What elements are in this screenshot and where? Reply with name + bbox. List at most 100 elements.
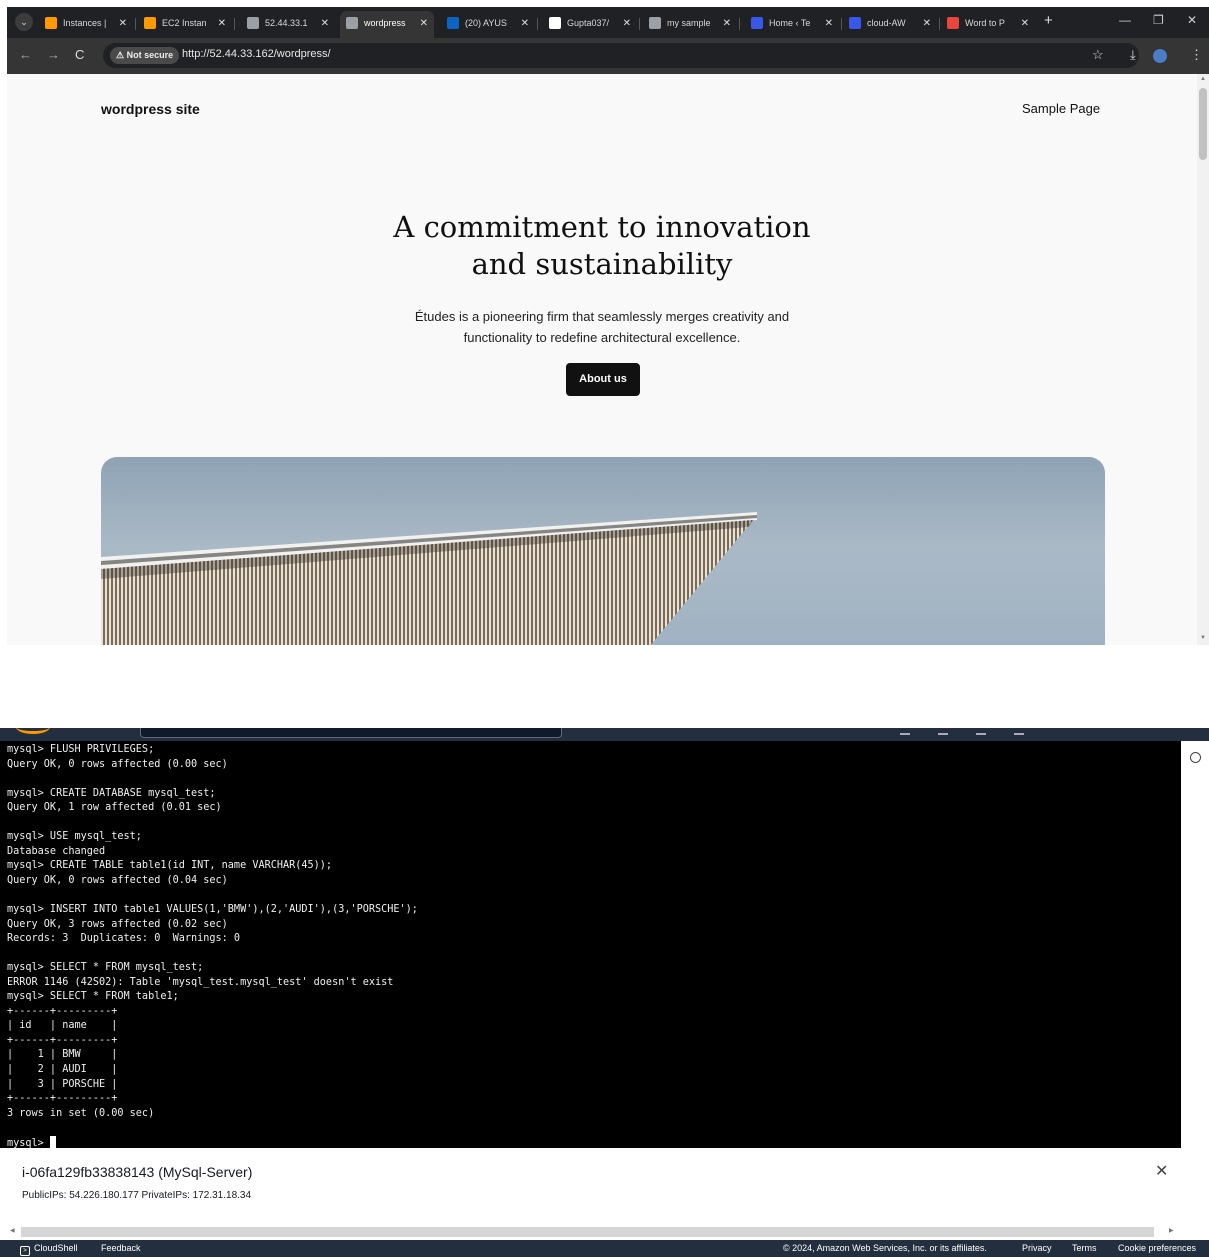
terminal-line: +------+---------+ bbox=[7, 1005, 118, 1017]
tab-strip: ⌄ Instances | ✕ EC2 Instan ✕ 52.44.33.1 ✕ word… bbox=[7, 7, 1209, 38]
terminal-line: mysql> SELECT * FROM mysql_test; bbox=[7, 962, 204, 974]
page-scrollbar[interactable]: ▲ ▼ bbox=[1197, 74, 1209, 645]
tab-favicon-icon bbox=[549, 17, 561, 29]
browser-tab[interactable]: Gupta037/ ✕ bbox=[543, 11, 637, 38]
instance-ips: PublicIPs: 54.226.180.177 PrivateIPs: 17… bbox=[22, 1190, 252, 1201]
privacy-link[interactable]: Privacy bbox=[1022, 1240, 1052, 1257]
tab-favicon-icon bbox=[849, 17, 861, 29]
tab-favicon-icon bbox=[45, 17, 57, 29]
terms-link[interactable]: Terms bbox=[1072, 1240, 1097, 1257]
horizontal-scrollbar[interactable]: ◀ ▶ bbox=[0, 1227, 1209, 1240]
browser-tab[interactable]: EC2 Instan ✕ bbox=[138, 11, 232, 38]
notifications-icon[interactable] bbox=[938, 729, 948, 735]
download-icon[interactable]: ⤓ bbox=[1130, 47, 1136, 63]
terminal-lines: mysql> FLUSH PRIVILEGES; Query OK, 0 row… bbox=[7, 744, 418, 1119]
help-icon[interactable] bbox=[976, 729, 986, 735]
scroll-up-icon[interactable]: ▲ bbox=[1200, 76, 1206, 82]
browser-tab[interactable]: Instances | ✕ bbox=[39, 11, 133, 38]
cloudshell-label: CloudShell bbox=[34, 1243, 78, 1253]
tab-label: (20) AYUS bbox=[465, 18, 507, 28]
terminal-line: mysql> FLUSH PRIVILEGES; bbox=[7, 744, 155, 755]
browser-tab[interactable]: my sample ✕ bbox=[643, 11, 737, 38]
horizontal-scrollbar-thumb[interactable] bbox=[21, 1227, 1154, 1237]
terminal-line: 3 rows in set (0.00 sec) bbox=[7, 1107, 155, 1119]
terminal-line: mysql> USE mysql_test; bbox=[7, 831, 142, 843]
hero-heading-line-1: A commitment to innovation bbox=[393, 210, 811, 244]
tab-label: Gupta037/ bbox=[567, 18, 610, 28]
restore-icon[interactable]: ❐ bbox=[1153, 13, 1164, 27]
instance-title: i-06fa129fb33838143 (MySql-Server) bbox=[22, 1164, 253, 1180]
feedback-link[interactable]: Feedback bbox=[101, 1240, 141, 1257]
tab-favicon-icon bbox=[947, 17, 959, 29]
tab-favicon-icon bbox=[447, 17, 459, 29]
aws-search-input[interactable] bbox=[140, 728, 562, 738]
browser-tab[interactable]: 52.44.33.1 ✕ bbox=[241, 11, 335, 38]
tab-favicon-icon bbox=[346, 17, 358, 29]
scrollbar-thumb[interactable] bbox=[1199, 88, 1207, 160]
new-tab-icon[interactable]: + bbox=[1044, 12, 1053, 29]
not-secure-badge[interactable]: ⚠ Not secure bbox=[110, 47, 180, 64]
cloudshell-icon: > bbox=[20, 1246, 30, 1256]
tab-close-icon[interactable]: ✕ bbox=[119, 11, 127, 36]
browser-tab[interactable]: Word to P ✕ bbox=[941, 11, 1035, 38]
address-bar[interactable]: ⚠ Not secure http://52.44.33.162/wordpre… bbox=[103, 43, 1139, 68]
cookie-preferences-link[interactable]: Cookie preferences bbox=[1118, 1240, 1196, 1257]
building-roof-illustration bbox=[101, 512, 757, 645]
close-panel-icon[interactable]: ✕ bbox=[1155, 1161, 1168, 1181]
instance-info-panel: i-06fa129fb33838143 (MySql-Server) Publi… bbox=[0, 1148, 1209, 1227]
nav-sample-page[interactable]: Sample Page bbox=[1022, 101, 1100, 116]
back-icon[interactable]: ← bbox=[19, 47, 32, 62]
terminal-settings-icon[interactable] bbox=[1190, 752, 1201, 763]
forward-icon[interactable]: → bbox=[47, 47, 60, 62]
minimize-icon[interactable]: — bbox=[1119, 13, 1131, 27]
tab-close-icon[interactable]: ✕ bbox=[218, 11, 226, 36]
tab-separator bbox=[739, 18, 740, 30]
tab-close-icon[interactable]: ✕ bbox=[321, 11, 329, 36]
cloudshell-footer-link[interactable]: > CloudShell bbox=[20, 1240, 78, 1257]
tab-search-menu-icon[interactable]: ⌄ bbox=[15, 13, 33, 31]
url-text: http://52.44.33.162/wordpress/ bbox=[182, 48, 331, 60]
tab-separator bbox=[939, 18, 940, 30]
terminal-line: ERROR 1146 (42S02): Table 'mysql_test.my… bbox=[7, 976, 394, 988]
cloudshell-terminal[interactable]: mysql> FLUSH PRIVILEGES; Query OK, 0 row… bbox=[0, 741, 1181, 1148]
about-us-button[interactable]: About us bbox=[566, 363, 640, 396]
tab-close-icon[interactable]: ✕ bbox=[420, 11, 428, 36]
bookmark-star-icon[interactable]: ☆ bbox=[1092, 47, 1104, 63]
tab-close-icon[interactable]: ✕ bbox=[923, 11, 931, 36]
terminal-line: | 2 | AUDI | bbox=[7, 1064, 118, 1076]
cloudshell-header-icon[interactable] bbox=[900, 729, 910, 735]
tab-favicon-icon bbox=[751, 17, 763, 29]
tab-close-icon[interactable]: ✕ bbox=[825, 11, 833, 36]
tab-favicon-icon bbox=[144, 17, 156, 29]
aws-logo[interactable] bbox=[16, 728, 50, 734]
site-title[interactable]: wordpress site bbox=[101, 101, 200, 117]
terminal-line: Records: 3 Duplicates: 0 Warnings: 0 bbox=[7, 933, 241, 945]
reload-icon[interactable]: C bbox=[75, 47, 84, 62]
terminal-line: mysql> CREATE DATABASE mysql_test; bbox=[7, 787, 216, 799]
terminal-side-panel bbox=[1181, 741, 1209, 1148]
browser-menu-icon[interactable]: ⋮ bbox=[1190, 47, 1203, 63]
scroll-down-icon[interactable]: ▼ bbox=[1200, 635, 1206, 641]
terminal-prompt: mysql> bbox=[7, 1137, 50, 1148]
profile-avatar[interactable] bbox=[1153, 49, 1167, 63]
scroll-right-icon[interactable]: ▶ bbox=[1169, 1227, 1174, 1234]
hero-description-line-1: Études is a pioneering firm that seamles… bbox=[414, 309, 790, 324]
browser-tab[interactable]: wordpress ✕ bbox=[340, 11, 434, 38]
terminal-line: mysql> CREATE TABLE table1(id INT, name … bbox=[7, 860, 333, 872]
tab-close-icon[interactable]: ✕ bbox=[723, 11, 731, 36]
tab-close-icon[interactable]: ✕ bbox=[1021, 11, 1029, 36]
terminal-line: mysql> SELECT * FROM table1; bbox=[7, 991, 179, 1003]
browser-tab[interactable]: cloud-AW ✕ bbox=[843, 11, 937, 38]
tab-close-icon[interactable]: ✕ bbox=[521, 11, 529, 36]
tab-close-icon[interactable]: ✕ bbox=[623, 11, 631, 36]
scroll-left-icon[interactable]: ◀ bbox=[10, 1227, 15, 1234]
hero-description-line-2: functionality to redefine architectural … bbox=[463, 330, 741, 345]
copyright-text: © 2024, Amazon Web Services, Inc. or its… bbox=[783, 1243, 987, 1253]
tab-label: my sample bbox=[667, 18, 711, 28]
settings-icon[interactable] bbox=[1014, 729, 1024, 735]
tab-separator bbox=[639, 18, 640, 30]
browser-tab[interactable]: Home ‹ Te ✕ bbox=[745, 11, 839, 38]
browser-tab[interactable]: (20) AYUS ✕ bbox=[441, 11, 535, 38]
window-close-icon[interactable]: ✕ bbox=[1187, 13, 1197, 27]
hero-architecture-image bbox=[101, 457, 1105, 645]
